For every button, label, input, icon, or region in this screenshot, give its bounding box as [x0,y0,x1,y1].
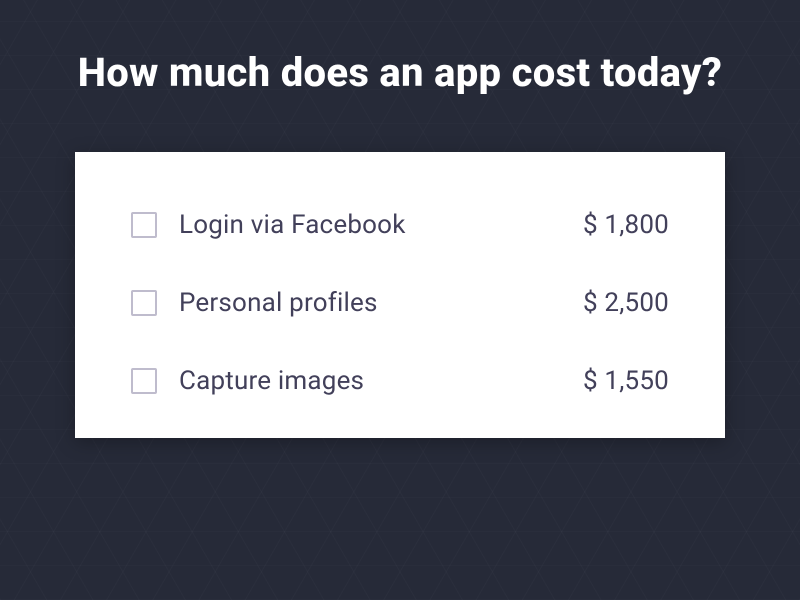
checkbox-personal-profiles[interactable] [131,290,157,316]
option-price: $ 1,800 [549,210,669,240]
checkbox-capture-images[interactable] [131,368,157,394]
option-label: Login via Facebook [179,210,549,240]
option-price: $ 2,500 [549,288,669,318]
checkbox-login-facebook[interactable] [131,212,157,238]
option-row: Personal profiles $ 2,500 [131,288,669,318]
option-row: Login via Facebook $ 1,800 [131,210,669,240]
pricing-card: Login via Facebook $ 1,800 Personal prof… [75,152,725,438]
option-label: Capture images [179,366,549,396]
option-row: Capture images $ 1,550 [131,366,669,396]
option-price: $ 1,550 [549,366,669,396]
page-title: How much does an app cost today? [78,48,722,98]
option-label: Personal profiles [179,288,549,318]
